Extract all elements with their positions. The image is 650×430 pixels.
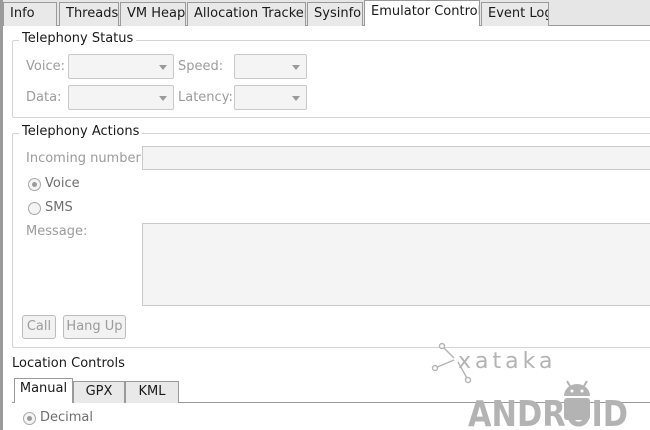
decimal-radio[interactable] [23, 412, 36, 425]
tab-event-log[interactable]: Event Log [481, 2, 549, 26]
chevron-down-icon [292, 65, 300, 70]
data-label: Data: [26, 90, 62, 105]
latency-combo[interactable] [234, 85, 307, 110]
data-combo[interactable] [68, 85, 174, 110]
decimal-radio-label: Decimal [40, 410, 94, 425]
tab-sysinfo[interactable]: Sysinfo [307, 2, 363, 26]
speed-combo[interactable] [234, 54, 307, 79]
latency-label: Latency: [178, 90, 233, 105]
tab-kml[interactable]: KML [125, 381, 179, 403]
voice-radio[interactable] [28, 178, 41, 191]
chevron-down-icon [292, 96, 300, 101]
incoming-number-label: Incoming number: [26, 151, 145, 166]
message-textarea[interactable] [142, 223, 650, 306]
sms-radio-label: SMS [45, 200, 73, 215]
telephony-status-title: Telephony Status [19, 31, 137, 46]
watermark-line1: xataka [458, 349, 556, 374]
voice-label: Voice: [26, 59, 65, 74]
message-label: Message: [26, 224, 88, 239]
xataka-android-watermark: xataka ANDROID [431, 342, 628, 430]
watermark-line2: ANDROID [468, 394, 628, 430]
tab-manual[interactable]: Manual [14, 378, 73, 403]
call-button[interactable]: Call [22, 315, 56, 339]
emulator-control-panel: Telephony Status Voice: Speed: Data: Lat… [3, 26, 650, 430]
telephony-actions-title: Telephony Actions [19, 124, 143, 139]
tab-threads[interactable]: Threads [59, 2, 119, 26]
speed-label: Speed: [178, 59, 224, 74]
hang-up-button[interactable]: Hang Up [63, 315, 126, 339]
main-tab-bar: Info Threads VM Heap Allocation Tracker … [3, 0, 650, 27]
chevron-down-icon [159, 65, 167, 70]
voice-radio-label: Voice [45, 176, 80, 191]
tab-vm-heap[interactable]: VM Heap [120, 2, 186, 26]
location-controls-title: Location Controls [12, 356, 125, 371]
tab-info[interactable]: Info [3, 2, 57, 26]
tab-allocation-tracker[interactable]: Allocation Tracker [187, 2, 306, 26]
incoming-number-input[interactable] [142, 146, 650, 170]
voice-combo[interactable] [68, 54, 174, 79]
sms-radio[interactable] [28, 202, 41, 215]
chevron-down-icon [159, 96, 167, 101]
tab-gpx[interactable]: GPX [73, 381, 125, 403]
tab-emulator-control[interactable]: Emulator Control [364, 0, 480, 27]
